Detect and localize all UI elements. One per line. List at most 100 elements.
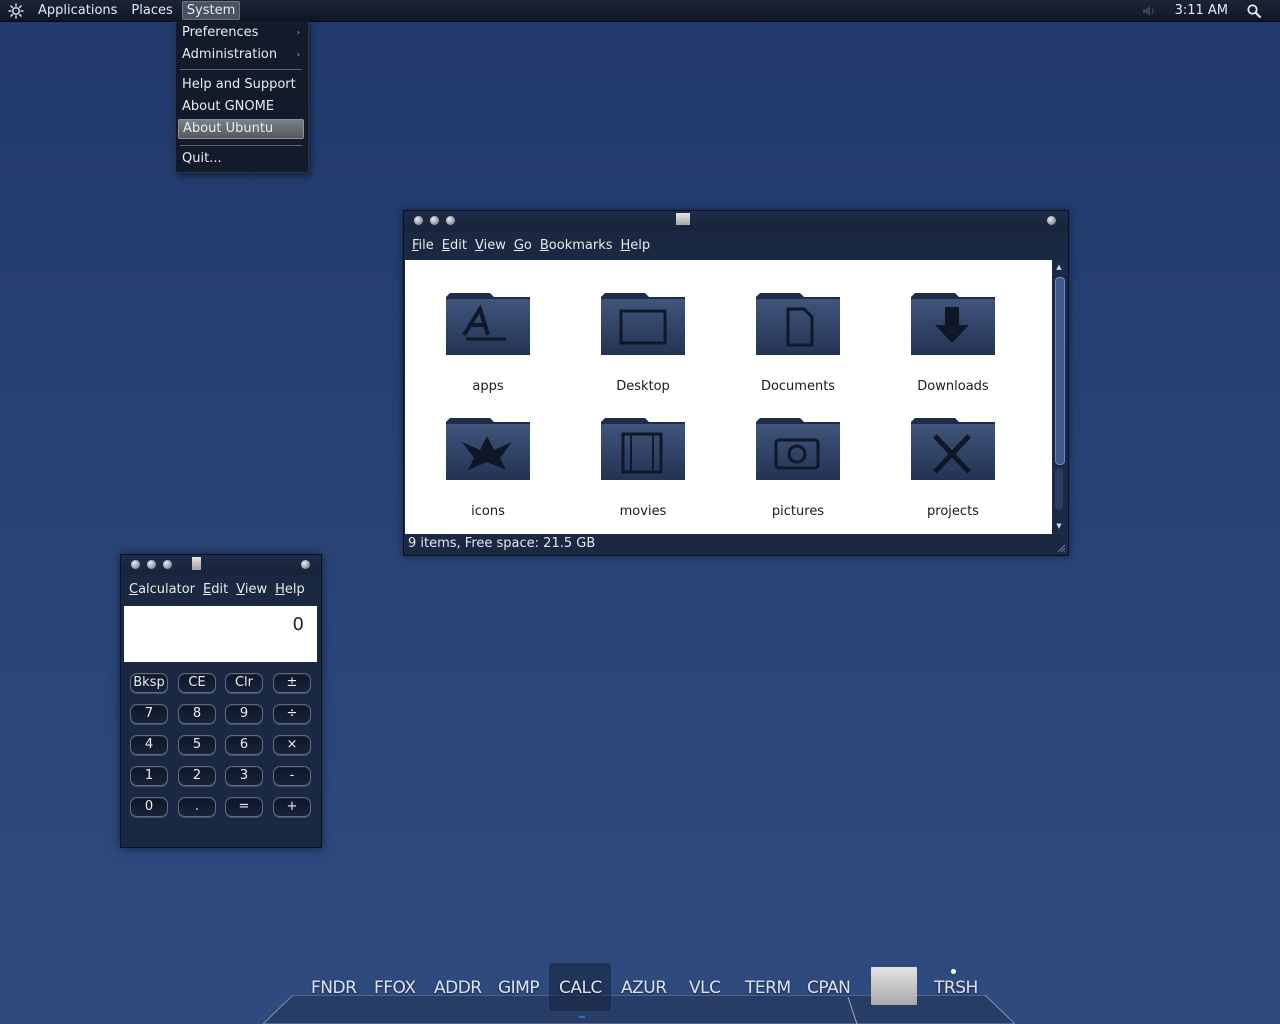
scrollbar-thumb[interactable] xyxy=(1055,277,1065,465)
calc-button[interactable]: ± xyxy=(273,673,311,693)
calculator-window: Calculator Edit View Help 0 Bksp CE Clr ±7 8… xyxy=(120,554,322,848)
scrollbar-track[interactable] xyxy=(1055,468,1063,510)
menu-edit[interactable]: Edit xyxy=(442,238,467,253)
folder-item[interactable]: Downloads xyxy=(893,291,1013,401)
menu-separator xyxy=(180,69,302,70)
maximize-button-icon[interactable] xyxy=(163,560,172,569)
menu-calculator[interactable]: Calculator xyxy=(129,582,195,597)
dock-item-fndr[interactable]: FNDR xyxy=(311,978,357,998)
folder-label: Downloads xyxy=(917,379,989,394)
menu-bookmarks[interactable]: Bookmarks xyxy=(540,238,613,253)
calc-button[interactable]: × xyxy=(273,735,311,755)
clock[interactable]: 3:11 AM xyxy=(1175,3,1228,18)
minimize-button-icon[interactable] xyxy=(430,216,439,225)
calc-button[interactable]: 9 xyxy=(225,704,263,724)
menu-item-quit[interactable]: Quit... xyxy=(178,149,304,169)
dock-item-addr[interactable]: ADDR xyxy=(434,978,482,998)
dock-item-trsh[interactable]: TRSH xyxy=(934,978,978,998)
calc-button[interactable]: 5 xyxy=(178,735,216,755)
status-bar: 9 items, Free space: 21.5 GB xyxy=(408,536,596,551)
menu-item-help-and-support[interactable]: Help and Support xyxy=(178,75,304,95)
volume-icon[interactable] xyxy=(1141,4,1157,18)
folder-label: apps xyxy=(472,379,504,394)
folder-item[interactable]: projects xyxy=(893,416,1013,526)
titlebar[interactable] xyxy=(404,211,1068,231)
folder-item[interactable]: pictures xyxy=(738,416,858,526)
menu-item-about-ubuntu[interactable]: About Ubuntu xyxy=(178,119,304,139)
resize-grip-icon[interactable] xyxy=(1056,543,1066,553)
menu-item-preferences[interactable]: Preferences › xyxy=(178,23,304,43)
calc-button[interactable]: Bksp xyxy=(130,673,168,693)
calc-button[interactable]: 2 xyxy=(178,766,216,786)
titlebar[interactable] xyxy=(121,555,321,575)
calc-button[interactable]: ÷ xyxy=(273,704,311,724)
dock-item-ffox[interactable]: FFOX xyxy=(374,978,416,998)
scroll-up-arrow-icon[interactable]: ▲ xyxy=(1055,263,1063,271)
calc-button[interactable]: - xyxy=(273,766,311,786)
system-menu[interactable]: System xyxy=(181,1,241,20)
calculator-app-icon xyxy=(192,557,201,570)
calc-button[interactable]: 4 xyxy=(130,735,168,755)
menubar: File Edit View Go Bookmarks Help xyxy=(404,231,1068,259)
scroll-down-arrow-icon[interactable]: ▼ xyxy=(1055,522,1063,530)
folder-item[interactable]: icons xyxy=(428,416,548,526)
window-menu-button-icon[interactable] xyxy=(301,560,310,569)
menu-view[interactable]: View xyxy=(475,238,506,253)
vertical-scrollbar[interactable]: ▲ ▼ xyxy=(1052,260,1066,534)
menu-item-label: Administration xyxy=(182,47,278,62)
calc-button[interactable]: + xyxy=(273,797,311,817)
menu-help[interactable]: Help xyxy=(621,238,651,253)
desktop-folder-icon xyxy=(601,293,685,355)
menu-item-about-gnome[interactable]: About GNOME xyxy=(178,97,304,117)
close-button-icon[interactable] xyxy=(414,216,423,225)
calc-button[interactable]: = xyxy=(225,797,263,817)
close-button-icon[interactable] xyxy=(131,560,140,569)
calc-button[interactable]: 3 xyxy=(225,766,263,786)
calc-button[interactable]: 0 xyxy=(130,797,168,817)
calc-button[interactable]: 7 xyxy=(130,704,168,724)
top-panel: Applications Places System 3:11 AM xyxy=(0,0,1280,22)
file-manager-window: File Edit View Go Bookmarks Help apps Des… xyxy=(403,210,1069,556)
search-icon[interactable] xyxy=(1246,3,1262,19)
calc-button[interactable]: CE xyxy=(178,673,216,693)
submenu-arrow-icon: › xyxy=(296,28,300,37)
menu-view[interactable]: View xyxy=(236,582,267,597)
dock-item-vlc[interactable]: VLC xyxy=(689,978,721,998)
folder-item[interactable]: apps xyxy=(428,291,548,401)
apps-folder-icon xyxy=(446,293,530,355)
calc-button[interactable]: 8 xyxy=(178,704,216,724)
menu-go[interactable]: Go xyxy=(514,238,532,253)
menu-file[interactable]: File xyxy=(412,238,434,253)
icon-view[interactable]: apps Desktop Documents Downloads icons movies… xyxy=(405,260,1052,534)
documents-folder-icon xyxy=(756,293,840,355)
calc-button[interactable]: Clr xyxy=(225,673,263,693)
maximize-button-icon[interactable] xyxy=(446,216,455,225)
minimize-button-icon[interactable] xyxy=(147,560,156,569)
window-thumbnail-icon xyxy=(676,213,690,225)
gnome-foot-icon[interactable] xyxy=(7,2,25,20)
folder-item[interactable]: movies xyxy=(583,416,703,526)
folder-label: icons xyxy=(471,504,505,519)
calc-button[interactable]: 1 xyxy=(130,766,168,786)
calc-button[interactable]: 6 xyxy=(225,735,263,755)
projects-folder-icon xyxy=(911,418,995,480)
dock-item-term[interactable]: TERM xyxy=(745,978,791,998)
folder-item[interactable]: Desktop xyxy=(583,291,703,401)
dock-item-gimp[interactable]: GIMP xyxy=(498,978,540,998)
dock-item-azur[interactable]: AZUR xyxy=(621,978,667,998)
places-menu[interactable]: Places xyxy=(126,1,177,20)
calc-button[interactable]: . xyxy=(178,797,216,817)
window-menu-button-icon[interactable] xyxy=(1047,216,1056,225)
menu-edit[interactable]: Edit xyxy=(203,582,228,597)
pictures-folder-icon xyxy=(756,418,840,480)
dock-item-cpan[interactable]: CPAN xyxy=(807,978,851,998)
menubar: Calculator Edit View Help xyxy=(121,575,321,603)
folder-item[interactable]: Documents xyxy=(738,291,858,401)
menu-help[interactable]: Help xyxy=(275,582,305,597)
minimized-window-thumbnail[interactable] xyxy=(871,967,917,1005)
icons-folder-icon xyxy=(446,418,530,480)
display-value: 0 xyxy=(292,614,304,635)
applications-menu[interactable]: Applications xyxy=(33,1,122,20)
menu-item-administration[interactable]: Administration › xyxy=(178,45,304,65)
dock-item-calc[interactable]: CALC xyxy=(559,978,602,998)
